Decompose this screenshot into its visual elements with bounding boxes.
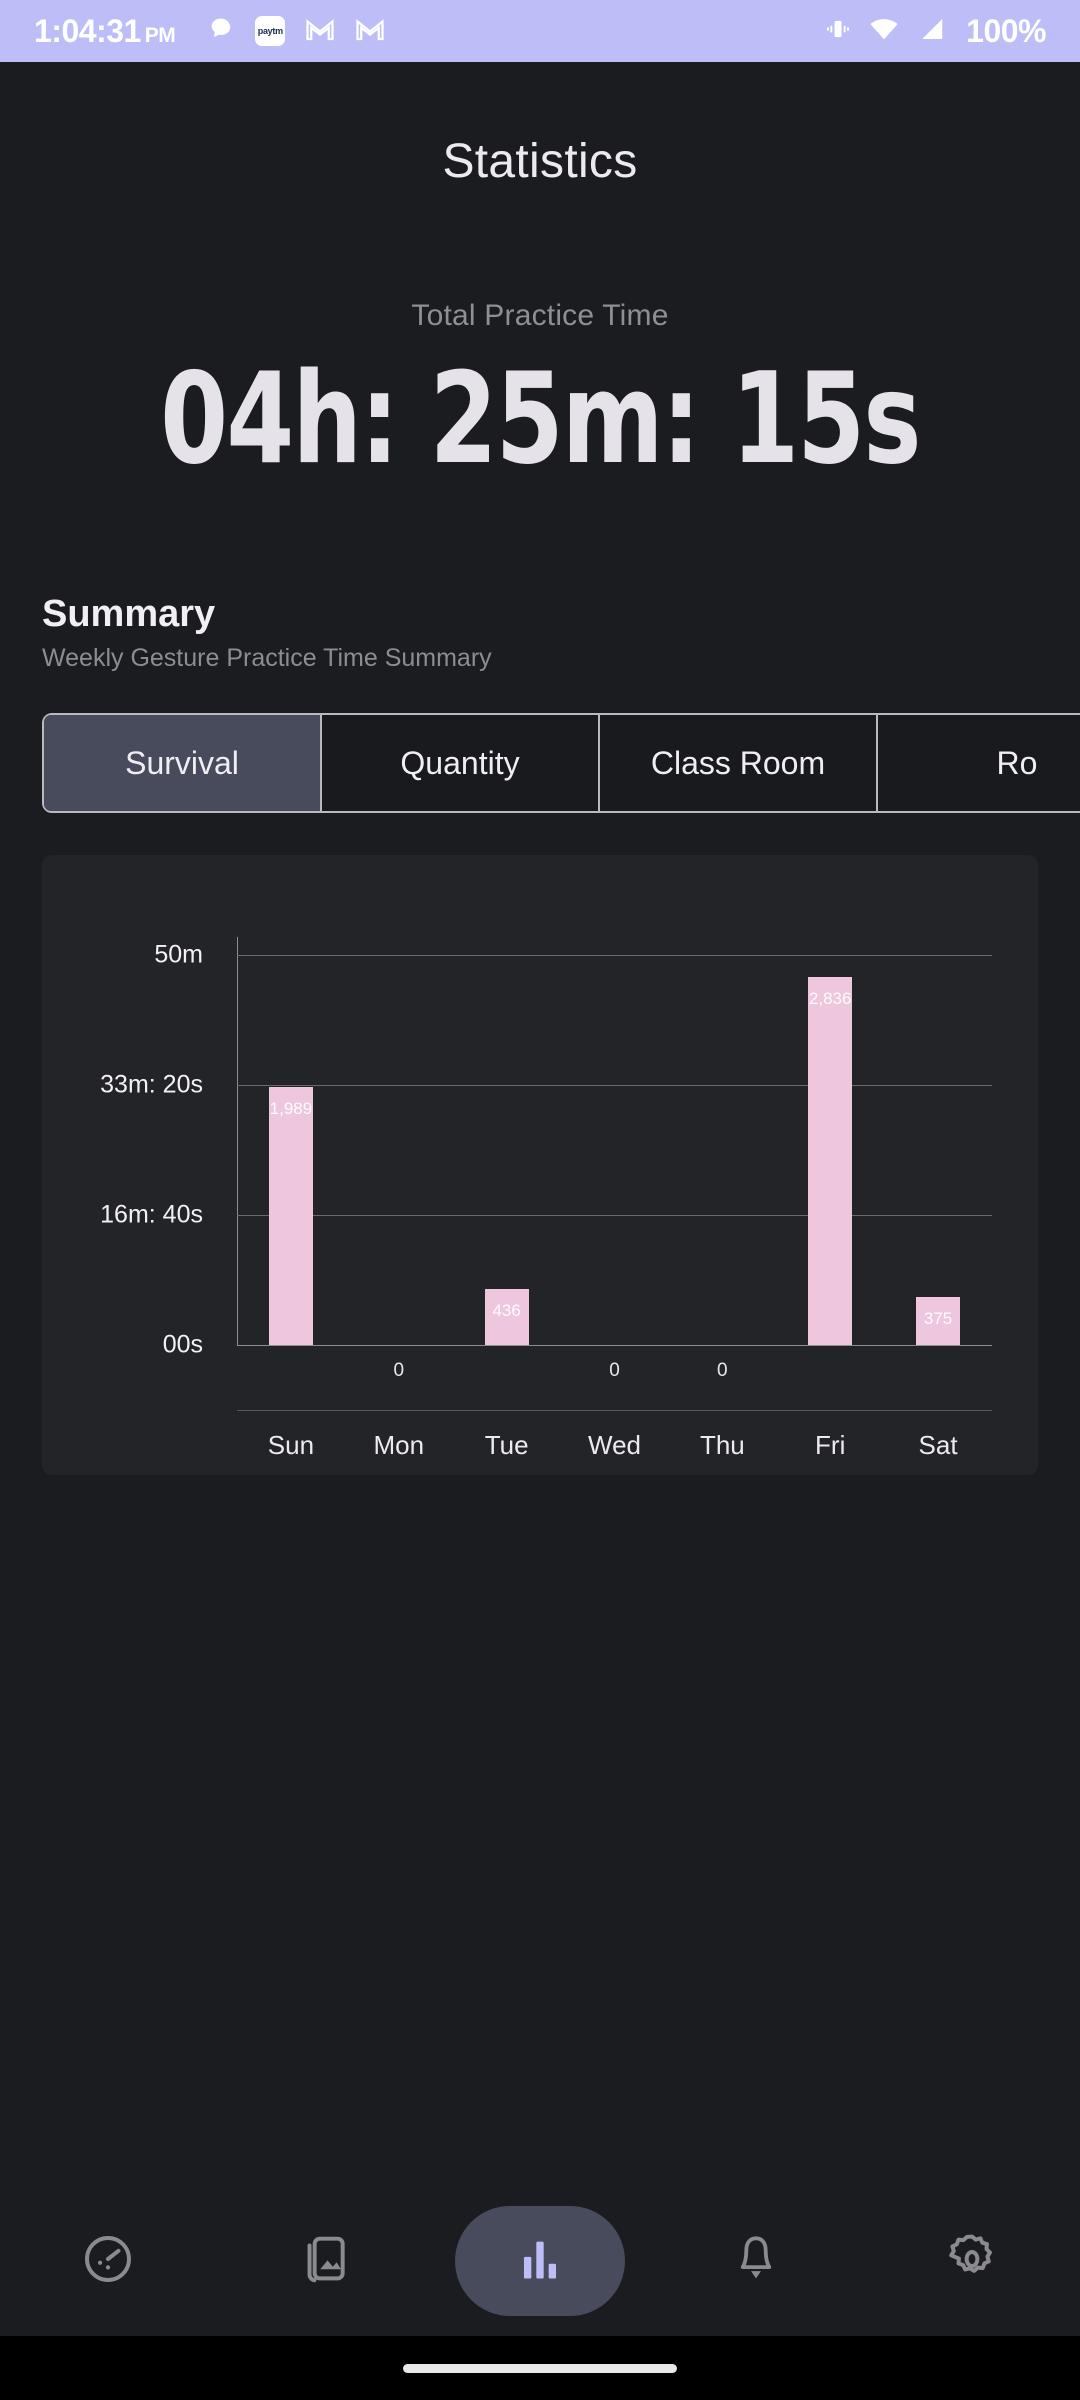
x-axis-tick-label: Fri bbox=[815, 1430, 846, 1461]
tab-road[interactable]: Ro bbox=[878, 715, 1080, 812]
tab-strip-scroller[interactable]: Survival Quantity Class Room Ro bbox=[42, 713, 1080, 814]
y-axis-tick-label: 33m: 20s bbox=[100, 1070, 203, 1099]
clock-ampm: PM bbox=[144, 23, 176, 47]
y-gridline bbox=[237, 1085, 992, 1087]
tab-survival[interactable]: Survival bbox=[44, 715, 322, 812]
nav-item-statistics[interactable] bbox=[455, 2206, 625, 2316]
x-axis-tick-label: Sat bbox=[918, 1430, 958, 1461]
paytm-icon: paytm bbox=[255, 16, 286, 46]
gallery-icon bbox=[296, 2231, 352, 2292]
bell-icon bbox=[729, 2232, 783, 2291]
chart-bar-value-label: 0 bbox=[609, 1360, 620, 1382]
x-axis-tick-label: Thu bbox=[699, 1430, 745, 1461]
y-gridline bbox=[237, 1215, 992, 1217]
x-axis-tick-label: Tue bbox=[484, 1430, 529, 1461]
y-axis-tick-label: 50m bbox=[154, 940, 203, 969]
wifi-icon bbox=[868, 16, 900, 47]
status-bar-clock: 1:04:31 PM bbox=[34, 12, 176, 50]
status-bar-notification-icons: paytm bbox=[207, 15, 385, 48]
page-title: Statistics bbox=[442, 135, 638, 188]
bottom-navigation-bar bbox=[0, 2186, 1080, 2336]
tab-strip: Survival Quantity Class Room Ro bbox=[42, 713, 1080, 814]
tab-class-room[interactable]: Class Room bbox=[600, 715, 878, 812]
paytm-icon-label: paytm bbox=[257, 26, 283, 36]
battery-percentage: 100% bbox=[966, 12, 1046, 49]
chart-bar-value-label: 375 bbox=[923, 1308, 953, 1328]
nav-item-notifications[interactable] bbox=[671, 2206, 841, 2316]
chart-bar-value-label: 1,989 bbox=[269, 1098, 313, 1118]
summary-subheading: Weekly Gesture Practice Time Summary bbox=[42, 644, 492, 673]
total-practice-time-label: Total Practice Time bbox=[411, 299, 669, 332]
chart-bar-value-label: 2,836 bbox=[808, 988, 852, 1008]
x-axis-lower-rule bbox=[237, 1410, 992, 1412]
total-practice-time-block: Total Practice Time 04h: 25m: 15s bbox=[0, 299, 1080, 485]
vibrate-icon bbox=[824, 15, 852, 48]
summary-section: Summary Weekly Gesture Practice Time Sum… bbox=[0, 593, 1080, 673]
status-bar: 1:04:31 PM paytm 100% bbox=[0, 0, 1080, 62]
tab-quantity[interactable]: Quantity bbox=[322, 715, 600, 812]
nav-item-gallery[interactable] bbox=[239, 2206, 409, 2316]
y-axis-line bbox=[237, 937, 238, 1346]
speedometer-icon bbox=[80, 2231, 136, 2292]
weekly-chart-card: 50m 33m: 20s 16m: 40s 00s 1,989 Sun 0 Mon 436 Tue… bbox=[42, 855, 1038, 1476]
chart-bar-value-label: 0 bbox=[717, 1360, 728, 1382]
nav-item-settings[interactable] bbox=[887, 2206, 1057, 2316]
x-axis-tick-label: Sun bbox=[267, 1430, 315, 1461]
summary-heading: Summary bbox=[42, 593, 216, 636]
x-axis-tick-label: Wed bbox=[588, 1430, 641, 1461]
chat-bubble-icon bbox=[207, 15, 235, 48]
clock-time: 1:04:31 bbox=[34, 12, 141, 49]
y-gridline bbox=[237, 955, 992, 957]
x-axis-line bbox=[237, 1345, 992, 1347]
gmail-icon bbox=[305, 16, 335, 47]
chart-bar-value-label: 436 bbox=[492, 1300, 521, 1320]
bar-chart-icon bbox=[514, 2233, 566, 2290]
chart-bar-value-label: 0 bbox=[393, 1360, 405, 1382]
home-gesture-bar[interactable] bbox=[403, 2363, 677, 2373]
bar-chart-plot[interactable]: 50m 33m: 20s 16m: 40s 00s 1,989 Sun 0 Mon 436 Tue… bbox=[42, 855, 1038, 1475]
nav-item-timer[interactable] bbox=[23, 2206, 193, 2316]
y-axis-tick-label: 00s bbox=[162, 1330, 203, 1359]
gmail-icon bbox=[355, 16, 385, 47]
system-gesture-area bbox=[0, 2336, 1080, 2400]
total-practice-time-value: 04h: 25m: 15s bbox=[160, 345, 921, 492]
signal-icon bbox=[916, 16, 946, 47]
y-axis-tick-label: 16m: 40s bbox=[100, 1200, 203, 1229]
status-bar-system-icons: 100% bbox=[824, 13, 1046, 50]
chart-bar[interactable] bbox=[808, 976, 853, 1346]
x-axis-tick-label: Mon bbox=[373, 1430, 425, 1461]
chart-bar[interactable] bbox=[268, 1086, 313, 1346]
gear-icon bbox=[944, 2231, 1000, 2292]
